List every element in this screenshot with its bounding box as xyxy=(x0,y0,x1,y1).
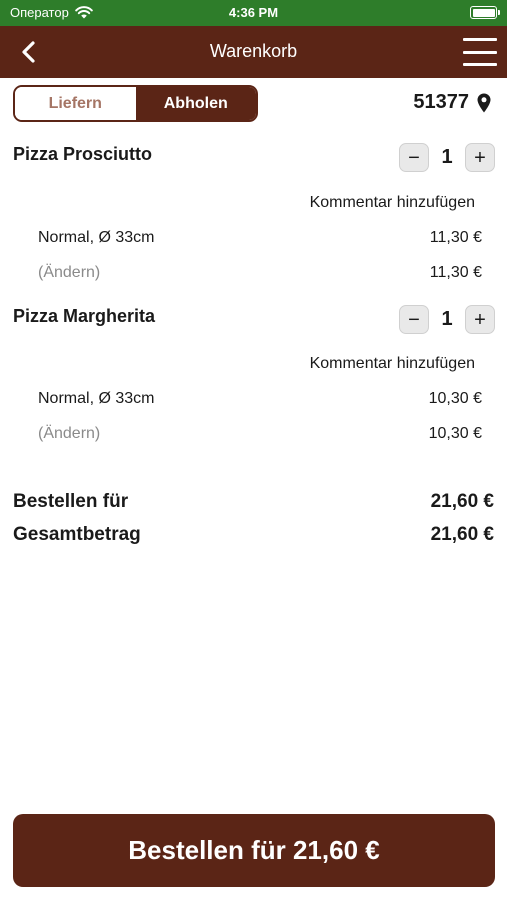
add-comment-link[interactable]: Kommentar hinzufügen xyxy=(310,355,475,373)
minus-icon: − xyxy=(408,146,420,169)
cart-item-name: Pizza Prosciutto xyxy=(13,144,153,164)
decrease-button[interactable]: − xyxy=(399,143,429,172)
grand-total-value: 21,60 € xyxy=(430,524,494,545)
item-size: Normal, Ø 33cm xyxy=(38,390,155,407)
add-comment-link[interactable]: Kommentar hinzufügen xyxy=(310,194,475,212)
tab-deliver[interactable]: Liefern xyxy=(15,87,136,120)
item-size-price: 10,30 € xyxy=(428,390,482,407)
decrease-button[interactable]: − xyxy=(399,305,429,334)
battery-icon xyxy=(470,6,500,19)
quantity-stepper: − 1 + xyxy=(399,143,495,172)
tab-pickup[interactable]: Abholen xyxy=(135,87,256,120)
place-order-button[interactable]: Bestellen für 21,60 € xyxy=(13,814,495,887)
plus-icon: + xyxy=(474,308,486,331)
hamburger-menu-icon[interactable] xyxy=(463,38,497,66)
zip-code: 51377 xyxy=(413,91,469,113)
location-pin-icon xyxy=(477,93,491,112)
quantity-stepper: − 1 + xyxy=(399,305,495,334)
page-title: Warenkorb xyxy=(209,41,298,61)
nav-bar: Warenkorb xyxy=(0,26,507,78)
plus-icon: + xyxy=(474,146,486,169)
item-size-price: 11,30 € xyxy=(429,229,482,246)
clock: 4:36 PM xyxy=(228,5,279,20)
quantity-value: 1 xyxy=(441,308,453,330)
increase-button[interactable]: + xyxy=(465,143,495,172)
location-zip[interactable]: 51377 xyxy=(413,91,491,114)
item-total: 10,30 € xyxy=(428,425,482,442)
status-bar: Оператор 4:36 PM xyxy=(0,0,507,26)
item-size: Normal, Ø 33cm xyxy=(38,229,155,246)
order-for-label: Bestellen für xyxy=(13,491,129,512)
minus-icon: − xyxy=(408,308,420,331)
cart-item-name: Pizza Margherita xyxy=(13,306,156,326)
change-option-link[interactable]: (Ändern) xyxy=(38,425,100,443)
fulfillment-toggle: Liefern Abholen xyxy=(13,85,258,122)
grand-total-label: Gesamtbetrag xyxy=(13,524,141,545)
order-for-value: 21,60 € xyxy=(430,491,494,512)
increase-button[interactable]: + xyxy=(465,305,495,334)
quantity-value: 1 xyxy=(441,146,453,168)
item-total: 11,30 € xyxy=(429,264,482,281)
change-option-link[interactable]: (Ändern) xyxy=(38,264,100,282)
